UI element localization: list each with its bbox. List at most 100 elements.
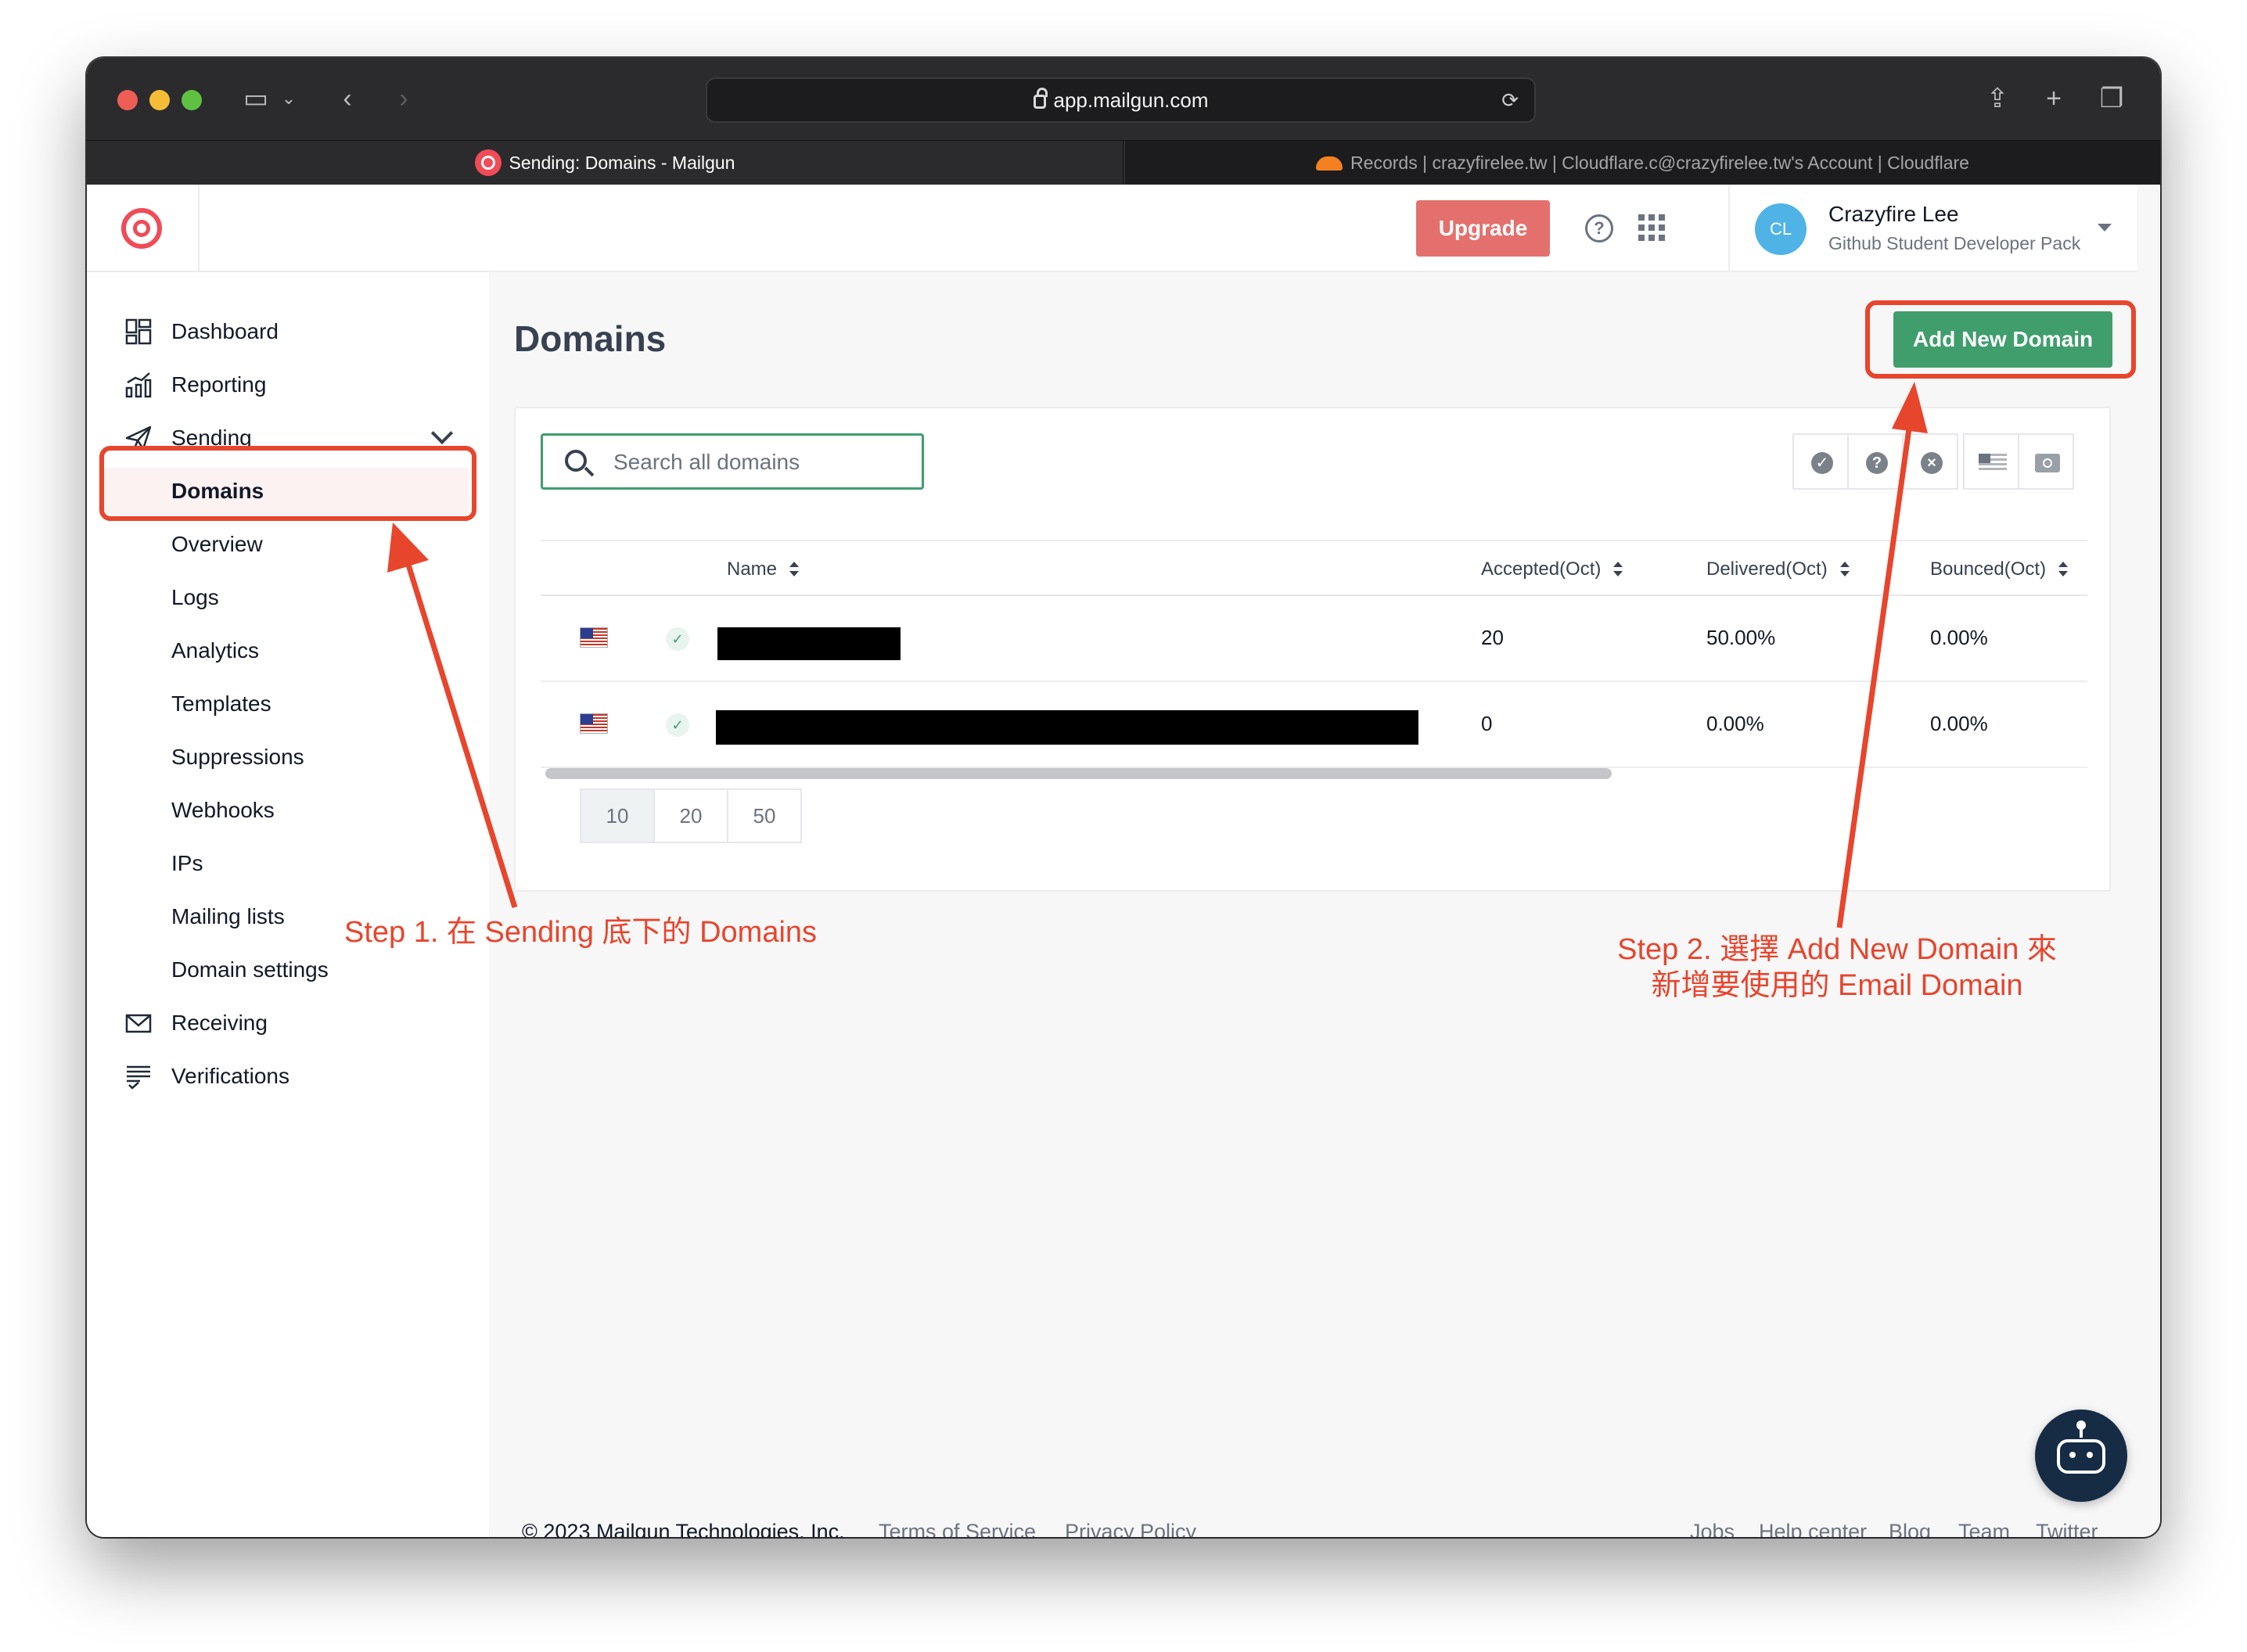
sidebar-item-receiving[interactable]: Receiving bbox=[87, 1000, 489, 1047]
us-flag-icon bbox=[580, 713, 608, 734]
envelope-icon bbox=[125, 1014, 152, 1033]
cloudflare-favicon-icon bbox=[1316, 156, 1343, 171]
mailgun-app: Upgrade ? CL Crazyfire Lee Github Studen… bbox=[87, 185, 2160, 1537]
chatbot-button[interactable] bbox=[2035, 1410, 2127, 1502]
page-size-10-button[interactable]: 10 bbox=[580, 788, 655, 843]
chevron-down-icon[interactable] bbox=[430, 422, 454, 445]
sidebar-item-overview[interactable]: Overview bbox=[87, 521, 489, 568]
sidebar-item-domain-settings[interactable]: Domain settings bbox=[87, 946, 489, 993]
reload-icon[interactable]: ⟳ bbox=[1501, 79, 1519, 121]
column-header-delivered[interactable]: Delivered(Oct) bbox=[1706, 558, 1850, 580]
chevron-down-icon[interactable]: ⌄ bbox=[279, 81, 298, 116]
footer-link-team[interactable]: Team bbox=[1958, 1520, 2010, 1537]
footer-link-terms[interactable]: Terms of Service bbox=[879, 1520, 1036, 1537]
region-us-button[interactable] bbox=[1963, 433, 2019, 490]
page-size-50-button[interactable]: 50 bbox=[727, 788, 802, 843]
x-circle-icon: × bbox=[1921, 452, 1943, 474]
column-header-label: Delivered(Oct) bbox=[1706, 558, 1828, 580]
bounced-value: 0.00% bbox=[1930, 626, 1988, 649]
upgrade-button[interactable]: Upgrade bbox=[1416, 200, 1550, 257]
footer-link-twitter[interactable]: Twitter bbox=[2036, 1520, 2098, 1537]
sidebar-item-templates[interactable]: Templates bbox=[87, 681, 489, 727]
sidebar-item-ips[interactable]: IPs bbox=[87, 840, 489, 887]
tab-mailgun[interactable]: Sending: Domains - Mailgun bbox=[87, 141, 1123, 185]
sidebar-item-label: Domain settings bbox=[171, 957, 329, 982]
back-icon[interactable]: ‹ bbox=[336, 81, 359, 116]
sort-icon bbox=[1613, 561, 1623, 579]
tab-label: Sending: Domains - Mailgun bbox=[509, 153, 735, 173]
filter-toolbar: ✓ ? × bbox=[1792, 433, 2074, 490]
table-row[interactable]: ✓ 0 0.00% 0.00% bbox=[541, 682, 2087, 768]
footer-link-jobs[interactable]: Jobs bbox=[1690, 1520, 1735, 1537]
step1-annotation-text: Step 1. 在 Sending 底下的 Domains bbox=[344, 916, 818, 949]
new-tab-icon[interactable]: + bbox=[2040, 81, 2068, 116]
search-field[interactable] bbox=[541, 433, 924, 490]
page-size-20-button[interactable]: 20 bbox=[653, 788, 728, 843]
page-title: Domains bbox=[514, 318, 667, 359]
sort-icon bbox=[789, 561, 800, 579]
app-header: Upgrade ? CL Crazyfire Lee Github Studen… bbox=[87, 185, 2137, 272]
horizontal-scrollbar[interactable] bbox=[545, 768, 1612, 779]
sidebar-toggle-icon[interactable]: ▭ bbox=[240, 81, 271, 116]
zoom-window-button[interactable] bbox=[182, 90, 202, 110]
step1-highlight-box bbox=[99, 446, 476, 521]
sidebar-item-label: Templates bbox=[171, 691, 271, 716]
tab-cloudflare[interactable]: Records | crazyfirelee.tw | Cloudflare.c… bbox=[1124, 141, 2160, 185]
sidebar-item-suppressions[interactable]: Suppressions bbox=[87, 734, 489, 781]
browser-window: ▭ ⌄ ‹ › app.mailgun.com ⟳ ⇪ + ❐ Sending:… bbox=[87, 58, 2160, 1537]
us-flag-icon bbox=[580, 627, 608, 648]
verified-check-icon: ✓ bbox=[666, 627, 689, 651]
region-eu-button[interactable] bbox=[2018, 433, 2074, 490]
sidebar-item-label: IPs bbox=[171, 851, 203, 875]
sidebar-item-webhooks[interactable]: Webhooks bbox=[87, 787, 489, 834]
user-plan: Github Student Developer Pack bbox=[1828, 233, 2081, 253]
checklist-icon bbox=[127, 1065, 150, 1090]
search-input[interactable] bbox=[613, 445, 911, 479]
forward-icon[interactable]: › bbox=[392, 81, 415, 116]
table-row[interactable]: ✓ 20 50.00% 0.00% bbox=[541, 596, 2087, 682]
footer-link-blog[interactable]: Blog bbox=[1889, 1520, 1931, 1537]
footer-link-privacy[interactable]: Privacy Policy bbox=[1065, 1520, 1196, 1537]
sort-icon bbox=[2058, 561, 2069, 579]
us-flag-icon bbox=[1979, 454, 2007, 472]
filter-unverified-button[interactable]: ? bbox=[1847, 433, 1904, 490]
tab-overview-icon[interactable]: ❐ bbox=[2096, 81, 2127, 116]
share-icon[interactable]: ⇪ bbox=[1983, 81, 2012, 116]
filter-active-button[interactable]: ✓ bbox=[1792, 433, 1849, 490]
user-menu[interactable]: CL Crazyfire Lee Github Student Develope… bbox=[1728, 185, 2137, 272]
sidebar-item-label: Reporting bbox=[171, 372, 267, 397]
sidebar-item-label: Analytics bbox=[171, 638, 260, 663]
sidebar-item-label: Mailing lists bbox=[171, 904, 285, 928]
tab-bar: Sending: Domains - Mailgun Records | cra… bbox=[87, 140, 2160, 185]
help-icon[interactable]: ? bbox=[1585, 214, 1613, 242]
mailgun-logo-icon[interactable] bbox=[121, 208, 162, 249]
column-header-bounced[interactable]: Bounced(Oct) bbox=[1930, 558, 2069, 580]
close-window-button[interactable] bbox=[117, 90, 138, 110]
filter-disabled-button[interactable]: × bbox=[1902, 433, 1958, 490]
redacted-domain-name[interactable] bbox=[716, 710, 1418, 745]
delivered-value: 0.00% bbox=[1706, 712, 1764, 735]
footer-link-help-center[interactable]: Help center bbox=[1759, 1520, 1867, 1537]
question-circle-icon: ? bbox=[1866, 452, 1888, 474]
sidebar-item-dashboard[interactable]: Dashboard bbox=[87, 308, 489, 355]
sidebar-item-verifications[interactable]: Verifications bbox=[87, 1053, 489, 1100]
tab-label: Records | crazyfirelee.tw | Cloudflare.c… bbox=[1350, 153, 1969, 173]
accepted-value: 20 bbox=[1481, 626, 1504, 649]
step2-annotation-line1: Step 2. 選擇 Add New Domain 來 bbox=[1617, 933, 2057, 966]
sidebar-item-reporting[interactable]: Reporting bbox=[87, 361, 489, 408]
verified-check-icon: ✓ bbox=[666, 713, 689, 737]
domains-table: Name Accepted(Oct) Delivered(Oct) Bounce… bbox=[541, 540, 2087, 768]
sidebar-item-analytics[interactable]: Analytics bbox=[87, 627, 489, 674]
sidebar-item-logs[interactable]: Logs bbox=[87, 574, 489, 621]
column-header-accepted[interactable]: Accepted(Oct) bbox=[1481, 558, 1623, 580]
minimize-window-button[interactable] bbox=[149, 90, 170, 110]
address-bar[interactable]: app.mailgun.com ⟳ bbox=[706, 77, 1536, 123]
column-header-name[interactable]: Name bbox=[727, 558, 800, 580]
bounced-value: 0.00% bbox=[1930, 712, 1988, 735]
step2-annotation-line2: 新增要使用的 Email Domain bbox=[1651, 969, 2023, 1002]
avatar: CL bbox=[1755, 203, 1807, 255]
sort-icon bbox=[1839, 561, 1850, 579]
redacted-domain-name[interactable] bbox=[717, 627, 901, 660]
apps-grid-icon[interactable] bbox=[1638, 214, 1665, 241]
lock-icon bbox=[1033, 88, 1048, 109]
